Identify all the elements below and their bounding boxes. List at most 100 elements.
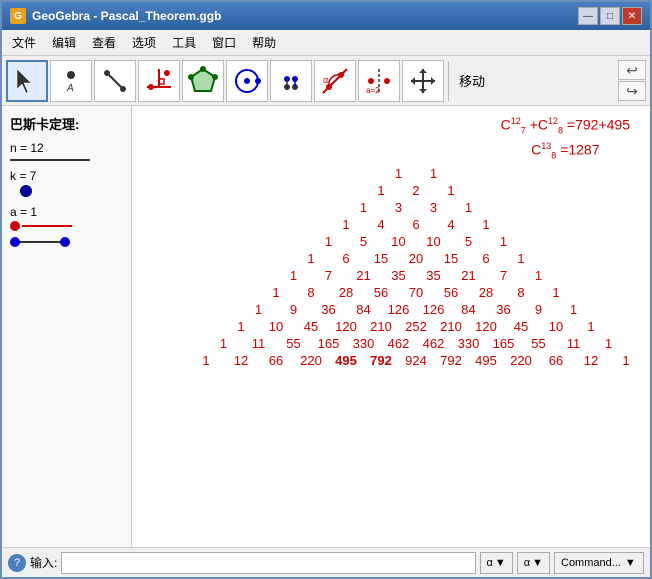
pascal-number: 20 [399,251,434,266]
alpha2-arrow: ▼ [532,557,543,569]
undo-button[interactable]: ↩ [618,60,646,80]
pascal-row: 14641 [192,217,640,232]
pascal-row: 15101051 [192,234,640,249]
k-slider-row: k = 7 [10,169,123,197]
perpendicular-icon [143,65,175,97]
angle-icon: α [319,65,351,97]
pascal-number: 462 [416,336,451,351]
app-icon: G [10,8,26,24]
menu-view[interactable]: 查看 [86,32,122,53]
pascal-number: 35 [416,268,451,283]
pascal-number: 495 [329,353,364,368]
pascal-number: 28 [329,285,364,300]
pascal-number: 10 [381,234,416,249]
toolbar-separator [448,61,449,101]
menu-edit[interactable]: 编辑 [46,32,82,53]
menu-tools[interactable]: 工具 [166,32,202,53]
ellipse-tool-button[interactable] [270,60,312,102]
pascal-number: 10 [539,319,574,334]
menu-window[interactable]: 窗口 [206,32,242,53]
pascal-number: 210 [434,319,469,334]
command-label: Command... [561,557,621,569]
pascal-number: 220 [294,353,329,368]
menu-options[interactable]: 选项 [126,32,162,53]
pascal-number: 1 [469,217,504,232]
cursor-tool-button[interactable] [6,60,48,102]
maximize-button[interactable]: □ [600,7,620,25]
perpendicular-tool-button[interactable] [138,60,180,102]
pascal-number: 10 [416,234,451,249]
pascal-row: 121 [192,183,640,198]
pascal-number: 165 [311,336,346,351]
a-slider-line[interactable] [22,225,72,227]
minimize-button[interactable]: — [578,7,598,25]
pascal-number: 55 [521,336,556,351]
redo-button[interactable]: ↪ [618,81,646,101]
pascal-row: 11 [192,166,640,181]
pascal-number: 35 [381,268,416,283]
pascal-number: 1 [259,285,294,300]
pascal-number: 1 [346,200,381,215]
canvas-area[interactable]: C127 +C128 =792+495 C138 =1287 111211331… [132,106,650,547]
move-label: 移动 [459,71,485,90]
pascal-number: 220 [504,353,539,368]
panel-title: 巴斯卡定理: [10,114,123,133]
pascal-number: 84 [451,302,486,317]
menu-help[interactable]: 帮助 [246,32,282,53]
pascal-number: 120 [329,319,364,334]
pascal-number: 12 [574,353,609,368]
pascal-number: 1 [189,353,224,368]
pascal-number: 252 [399,319,434,334]
reflect-tool-button[interactable]: a=2 [358,60,400,102]
command-input[interactable] [61,552,475,574]
input-label: 输入: [30,554,57,571]
pascal-number: 1 [591,336,626,351]
formula-line-2: C138 =1287 [501,141,630,160]
pascal-number: 6 [469,251,504,266]
pascal-number: 45 [294,319,329,334]
pascal-number: 1 [556,302,591,317]
svg-text:α: α [323,75,328,85]
pascal-number: 462 [381,336,416,351]
circle-tool-button[interactable] [226,60,268,102]
pascal-number: 1 [574,319,609,334]
n-label: n = 12 [10,141,123,155]
pascal-row: 1615201561 [192,251,640,266]
alpha-dropdown-2[interactable]: α ▼ [517,552,550,574]
pascal-number: 1 [206,336,241,351]
pascal-number: 28 [469,285,504,300]
point-tool-button[interactable]: A [50,60,92,102]
pascal-number: 1 [609,353,644,368]
polygon-tool-button[interactable] [182,60,224,102]
pascal-number: 1 [434,183,469,198]
pascal-number: 56 [434,285,469,300]
move-view-tool-button[interactable] [402,60,444,102]
title-bar-left: G GeoGebra - Pascal_Theorem.ggb [10,8,221,24]
pascal-number: 126 [416,302,451,317]
status-bar: ? 输入: α ▼ α ▼ Command... ▼ [2,547,650,577]
menu-bar: 文件 编辑 查看 选项 工具 窗口 帮助 [2,30,650,56]
pascal-number: 495 [469,353,504,368]
circle-icon [231,65,263,97]
menu-file[interactable]: 文件 [6,32,42,53]
pascal-number: 792 [364,353,399,368]
pascal-number: 1 [416,166,451,181]
pascal-row: 172135352171 [192,268,640,283]
pascal-number: 1 [294,251,329,266]
a-label: a = 1 [10,205,37,219]
angle-tool-button[interactable]: α [314,60,356,102]
alpha-dropdown-1[interactable]: α ▼ [480,552,513,574]
help-icon[interactable]: ? [8,554,26,572]
alpha1-arrow: ▼ [495,557,506,569]
command-dropdown[interactable]: Command... ▼ [554,552,644,574]
n-slider-line[interactable] [10,159,90,161]
pascal-number: 6 [399,217,434,232]
pascal-number: 1 [241,302,276,317]
segment-left-dot [10,237,20,247]
pascal-number: 1 [381,166,416,181]
line-tool-button[interactable] [94,60,136,102]
pascal-number: 120 [469,319,504,334]
pascal-number: 21 [451,268,486,283]
close-button[interactable]: ✕ [622,7,642,25]
pascal-number: 165 [486,336,521,351]
